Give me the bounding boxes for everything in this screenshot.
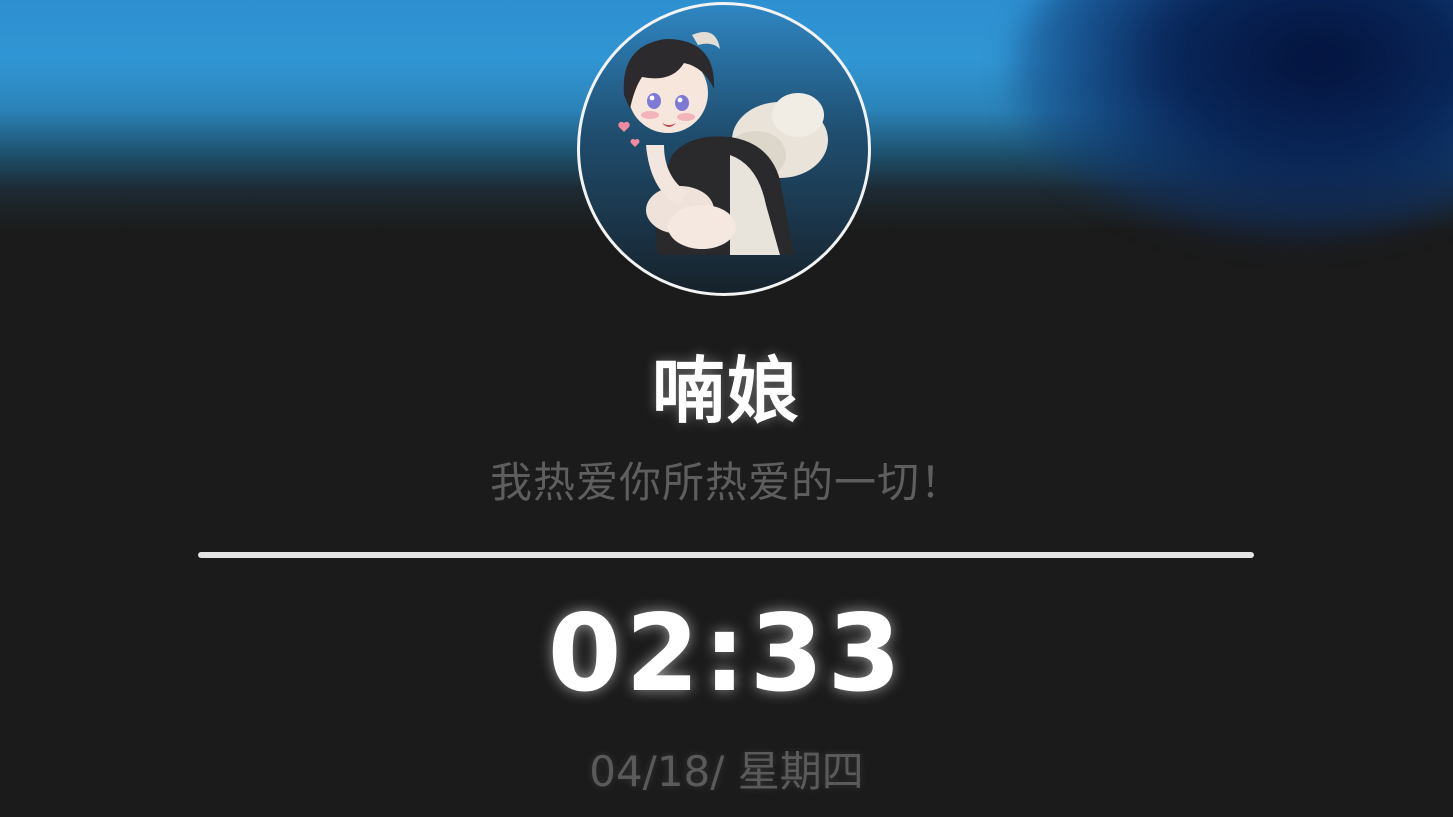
lock-screen: 喃娘 我热爱你所热爱的一切！ 02:33 04/18/ 星期四: [0, 0, 1453, 817]
clock-date: 04/18/ 星期四: [589, 747, 864, 796]
divider-line: [198, 552, 1254, 558]
profile-motto: 我热爱你所热爱的一切！: [489, 458, 963, 507]
clock-time: 02:33: [547, 592, 906, 715]
avatar[interactable]: [577, 2, 871, 296]
anime-avatar-icon: [618, 32, 828, 255]
profile-name: 喃娘: [652, 349, 801, 433]
